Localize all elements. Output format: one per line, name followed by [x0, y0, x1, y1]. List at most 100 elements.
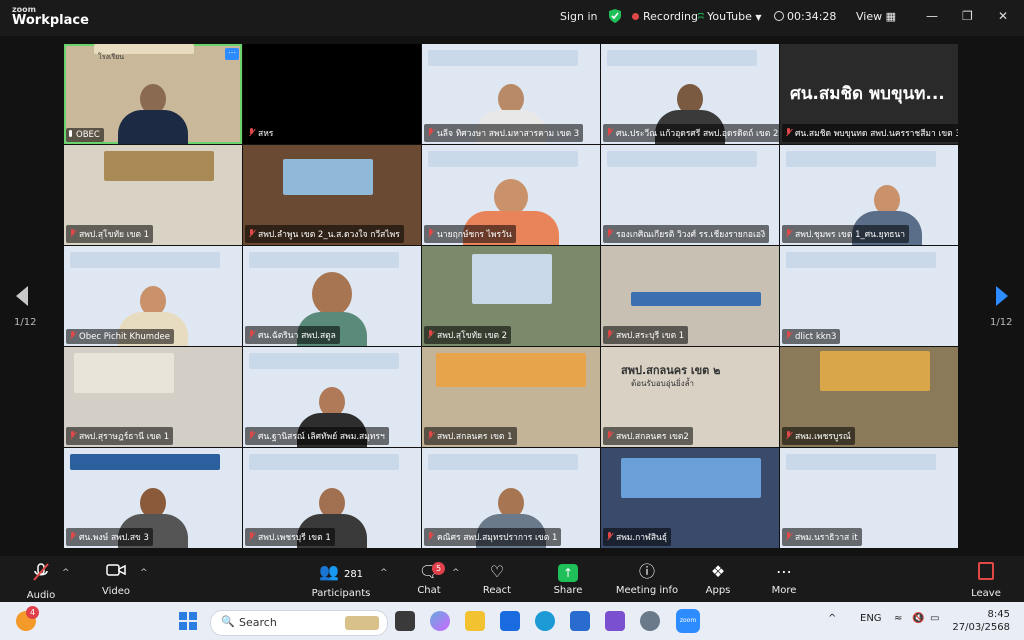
sign-in-link[interactable]: Sign in	[560, 10, 598, 23]
react-button[interactable]: ♡ React	[457, 562, 537, 596]
copilot-icon[interactable]	[430, 611, 450, 631]
participant-name: นายฤกษ์ชกร ไพรวัน	[424, 225, 516, 243]
video-tile[interactable]: ศน.ประวีณ แก้วอุดรศรี สพป.อุดรดิตถ์ เขต …	[601, 44, 779, 144]
event-banner	[607, 151, 757, 167]
name-text: รองเกศิณเกียรติ วิวงศ์ รร.เชียงรายกอเองิ	[616, 230, 766, 240]
video-tile[interactable]: สหร	[243, 44, 421, 144]
video-tile[interactable]: สพป.สกลนคร เขต 1	[422, 347, 600, 447]
view-label: View	[856, 10, 883, 23]
event-banner	[70, 454, 220, 470]
taskbar-search-box[interactable]: 🔍 Search	[210, 610, 388, 636]
wifi-icon[interactable]: ≈	[894, 613, 902, 624]
participants-button[interactable]: 👥 281 Participants	[301, 562, 381, 599]
video-tile[interactable]: ศน.พงษ์ สพป.สข 3	[64, 448, 242, 548]
event-banner	[786, 252, 936, 268]
shield-icon[interactable]	[608, 8, 622, 27]
name-text: สพม.นราธิวาส it	[795, 533, 858, 543]
video-tile[interactable]: คณิศร สพป.สมุทรปราการ เขต 1	[422, 448, 600, 548]
chevron-up-icon[interactable]: ^	[140, 568, 148, 578]
video-tile[interactable]: ศน.ฐานิสรณ์ เลิศทัพย์ สพม.สมุทรฯ	[243, 347, 421, 447]
share-button[interactable]: ↑ Share	[528, 562, 608, 596]
video-tile[interactable]: สพป.สุโขทัย เขต 1	[64, 145, 242, 245]
video-label: Video	[101, 586, 131, 597]
participant-name: สพป.สุโขทัย เขต 1	[66, 225, 154, 243]
tile-options-icon[interactable]: ⋯	[225, 48, 239, 60]
microsoft-store-icon[interactable]	[570, 611, 590, 631]
info-icon: ⓘ	[638, 562, 655, 581]
video-tile[interactable]: สพม.นราธิวาส it	[780, 448, 958, 548]
recording-indicator[interactable]: Recording	[632, 10, 698, 23]
leave-icon	[946, 562, 1024, 585]
input-language[interactable]: ENG	[860, 613, 882, 624]
video-tile[interactable]: สพป.สุราษฎร์ธานี เขต 1	[64, 347, 242, 447]
minimize-icon[interactable]: —	[926, 9, 938, 23]
zoom-logo: zoom Workplace	[12, 6, 89, 28]
task-view-icon[interactable]	[395, 611, 415, 631]
video-tile[interactable]: สพป.เพชรบุรี เขต 1	[243, 448, 421, 548]
name-text: dlict kkn3	[795, 332, 837, 342]
participant-name: สพป.สุราษฎร์ธานี เขต 1	[66, 427, 174, 445]
participant-video	[118, 84, 188, 144]
zoom-app-icon[interactable]: zoom	[676, 609, 700, 633]
video-tile[interactable]: ศน.ฉัตรินา สพป.สตูล	[243, 246, 421, 346]
video-tile[interactable]: สพป.สกลนคร เขต ๒ ต้อนรับอบอุ่นยิ่งล้ำ สพ…	[601, 347, 779, 447]
mic-muted-icon	[785, 128, 792, 137]
mic-muted-icon	[785, 431, 792, 440]
settings-gear-icon[interactable]	[640, 611, 660, 631]
edge-browser-icon[interactable]	[535, 611, 555, 631]
name-text: สพป.สระบุรี เขต 1	[616, 331, 685, 341]
close-icon[interactable]: ✕	[998, 9, 1008, 23]
video-tile[interactable]: รองเกศิณเกียรติ วิวงศ์ รร.เชียงรายกอเองิ	[601, 145, 779, 245]
video-tile[interactable]: สพป.สระบุรี เขต 1	[601, 246, 779, 346]
youtube-label: YouTube	[707, 10, 752, 23]
video-tile[interactable]: โรงเรียน ⋯ OBEC	[64, 44, 242, 144]
participants-label: Participants	[311, 588, 371, 599]
prev-page-arrow-icon[interactable]	[16, 286, 28, 306]
video-tile[interactable]: dlict kkn3	[780, 246, 958, 346]
clock-icon	[774, 11, 784, 21]
participant-name: สหร	[245, 124, 278, 142]
video-tile[interactable]: นายฤกษ์ชกร ไพรวัน	[422, 145, 600, 245]
more-button[interactable]: ⋯ More	[744, 562, 824, 596]
video-tile[interactable]: ศน.สมชิด พบขุนท... ศน.สมชิด พบขุนทด สพป.…	[780, 44, 958, 144]
video-tile[interactable]: นลีจ ทิศวงษา สพป.มหาสารคาม เขต 3	[422, 44, 600, 144]
leave-button[interactable]: Leave	[946, 562, 1024, 599]
name-text: สพป.สุโขทัย เขต 1	[79, 230, 150, 240]
file-explorer-icon[interactable]	[465, 611, 485, 631]
search-placeholder: Search	[239, 616, 277, 629]
chevron-up-icon[interactable]: ^	[380, 568, 388, 578]
participants-icon: 👥 281	[318, 562, 364, 581]
mic-muted-icon	[606, 330, 613, 339]
view-button[interactable]: View ▦	[856, 10, 896, 23]
participant-name: ศน.ประวีณ แก้วอุดรศรี สพป.อุดรดิตถ์ เขต …	[603, 124, 779, 142]
screen-backdrop	[283, 159, 373, 195]
participant-name: ศน.ฉัตรินา สพป.สตูล	[245, 326, 340, 344]
restore-icon[interactable]: ❐	[962, 9, 973, 23]
youtube-stream-button[interactable]: ʭ YouTube ▼	[698, 10, 762, 23]
video-tile[interactable]: สพม.กาฬสินธุ์	[601, 448, 779, 548]
video-tile[interactable]: Obec Pichit Khumdee	[64, 246, 242, 346]
video-tile[interactable]: สพป.ชุมพร เขต 1_ศน.ยุทธนา	[780, 145, 958, 245]
chevron-up-icon[interactable]: ^	[828, 613, 836, 624]
meeting-info-button[interactable]: ⓘ Meeting info	[607, 562, 687, 596]
chevron-up-icon[interactable]: ^	[62, 568, 70, 578]
name-text: ศน.ฐานิสรณ์ เลิศทัพย์ สพม.สมุทรฯ	[258, 432, 385, 442]
next-page-arrow-icon[interactable]	[996, 286, 1008, 306]
backdrop-image	[472, 254, 552, 304]
system-clock[interactable]: 8:45 27/03/2568	[950, 608, 1010, 634]
name-text: สพป.ลำพูน เขต 2_น.ส.ดวงใจ กวีสไพร	[258, 230, 400, 240]
share-label: Share	[553, 585, 583, 596]
projection-screen	[621, 458, 761, 498]
video-tile[interactable]: สพป.ลำพูน เขต 2_น.ส.ดวงใจ กวีสไพร	[243, 145, 421, 245]
battery-icon[interactable]: ▭	[930, 613, 939, 624]
video-tile[interactable]: สพป.สุโขทัย เขต 2	[422, 246, 600, 346]
mic-muted-icon	[606, 229, 613, 238]
video-tile[interactable]: สพม.เพชรบูรณ์	[780, 347, 958, 447]
speaker-muted-icon[interactable]: 🔇	[912, 613, 924, 624]
windows-start-icon[interactable]	[178, 611, 198, 631]
mic-muted-icon	[248, 128, 255, 137]
participant-name: สพป.สุโขทัย เขต 2	[424, 326, 512, 344]
sign-text: โรงเรียน	[98, 53, 124, 61]
snipping-tool-icon[interactable]	[605, 611, 625, 631]
dropbox-icon[interactable]	[500, 611, 520, 631]
